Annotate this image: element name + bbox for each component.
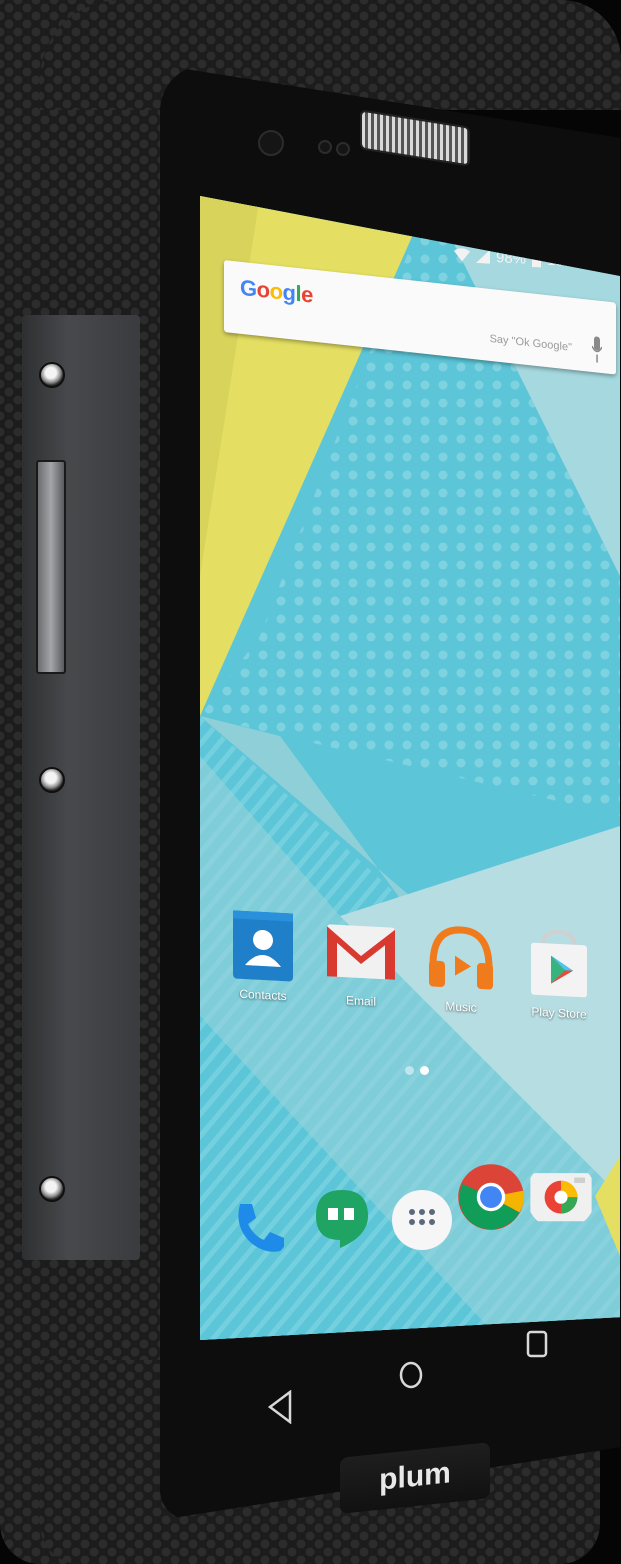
volume-rocker[interactable] [36, 460, 66, 674]
app-play-store[interactable]: Play Store [516, 924, 602, 1023]
app-music[interactable]: Music [418, 918, 504, 1017]
wifi-icon [453, 248, 470, 262]
side-button-bottom[interactable] [39, 1176, 65, 1202]
chrome-icon[interactable] [456, 1162, 526, 1232]
page-dot-2 [420, 1066, 429, 1075]
front-camera [258, 130, 284, 156]
proximity-sensor [318, 140, 332, 154]
contacts-icon [233, 910, 293, 982]
side-button-middle[interactable] [39, 767, 65, 793]
back-icon[interactable] [266, 1390, 294, 1424]
recents-icon[interactable] [526, 1330, 548, 1358]
light-sensor [336, 142, 350, 156]
signal-icon [475, 249, 490, 264]
brand-logo: plum [379, 1456, 451, 1497]
headphones-icon [429, 926, 493, 990]
app-email[interactable]: Email [318, 912, 404, 1011]
camera-icon[interactable] [526, 1160, 596, 1230]
gmail-icon [327, 924, 395, 980]
search-hint: Say "Ok Google" [489, 332, 572, 354]
app-drawer-icon[interactable] [390, 1188, 454, 1252]
home-icon[interactable] [398, 1360, 424, 1390]
page-dot-1 [405, 1066, 414, 1075]
app-contacts[interactable]: Contacts [220, 906, 306, 1005]
page-indicator [405, 1066, 429, 1075]
side-button-top[interactable] [39, 362, 65, 388]
phone-icon[interactable] [226, 1196, 290, 1260]
google-logo: Google [240, 274, 313, 308]
side-frame [22, 315, 140, 1260]
play-store-icon [531, 929, 587, 998]
screen: 98% 10:44 AM Google Say "Ok Google" Cont… [200, 196, 620, 1340]
mic-icon[interactable] [592, 336, 602, 363]
hangouts-icon[interactable] [310, 1186, 374, 1250]
